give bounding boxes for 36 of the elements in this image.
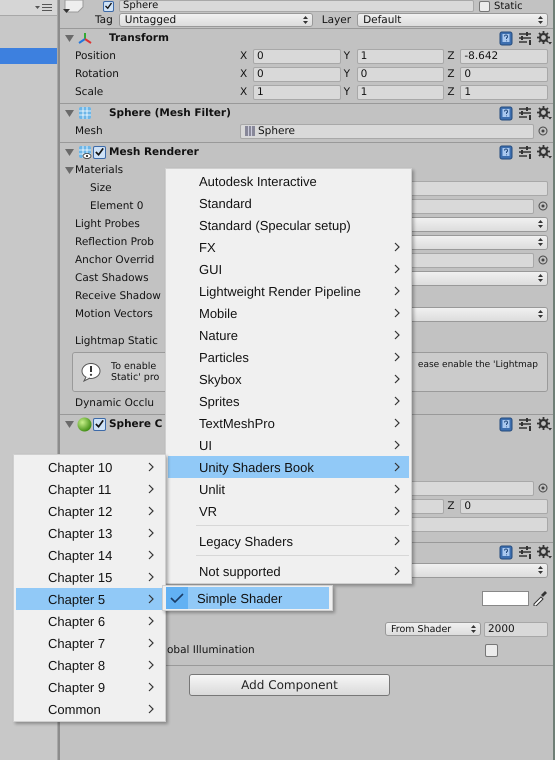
field-label: Receive Shadow — [75, 290, 161, 302]
field-label: Element 0 — [89, 200, 144, 212]
field-label: Materials — [75, 164, 124, 176]
component-title: Sphere (Mesh Filter) — [109, 107, 231, 119]
axis-label: X — [240, 86, 248, 98]
layer-label: Layer — [322, 14, 352, 26]
axis-label: Y — [344, 68, 352, 80]
field-label: Anchor Overrid — [75, 254, 154, 266]
field-label: Reflection Prob — [75, 236, 154, 248]
axis-label: Z — [447, 50, 456, 62]
field-label: Scale — [75, 86, 104, 98]
field-label: obal Illumination — [167, 644, 255, 656]
component-title: Transform — [109, 32, 169, 44]
static-label: Static — [494, 0, 523, 12]
field-label: Position — [75, 50, 116, 62]
field-label: Light Probes — [75, 218, 140, 230]
field-label: Dynamic Occlu — [75, 397, 154, 409]
field-label: Motion Vectors — [75, 308, 153, 320]
field-label: Size — [89, 182, 112, 194]
axis-label: Y — [344, 50, 352, 62]
axis-label: X — [240, 68, 248, 80]
help-text: To enable — [111, 361, 158, 372]
axis-label: X — [240, 50, 248, 62]
help-text: Static' pro — [111, 372, 160, 383]
help-text: ease enable the 'Lightmap — [418, 360, 538, 370]
tag-label: Tag — [95, 14, 113, 26]
component-title: Mesh Renderer — [109, 146, 199, 158]
field-label: Rotation — [75, 68, 119, 80]
field-label: Lightmap Static — [75, 335, 158, 347]
field-label: Cast Shadows — [75, 272, 149, 284]
component-title: Sphere C — [109, 418, 162, 430]
axis-label: Z — [447, 500, 456, 512]
axis-label: Z — [447, 68, 456, 80]
axis-label: Y — [344, 86, 352, 98]
axis-label: Z — [447, 86, 456, 98]
field-label: Mesh — [75, 125, 103, 137]
